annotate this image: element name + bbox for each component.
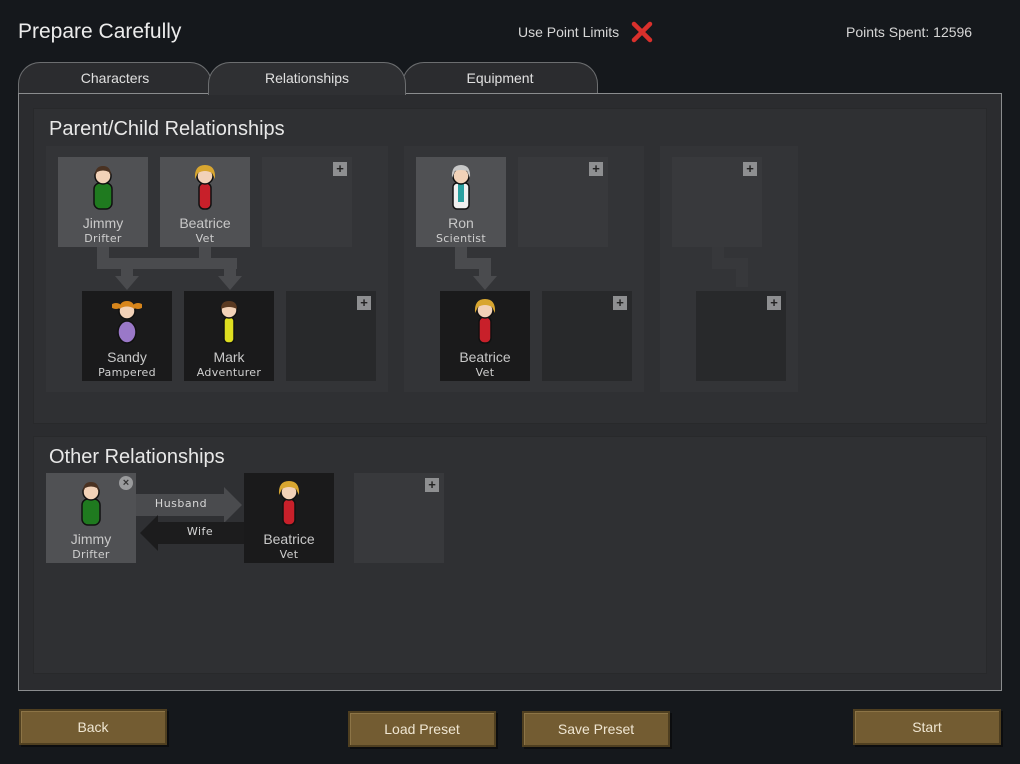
tab-characters[interactable]: Characters <box>18 62 212 94</box>
connector <box>97 258 237 269</box>
backward-relation-label: Wife <box>186 525 214 538</box>
arrow-down-icon <box>115 276 139 290</box>
arrow-down-icon <box>473 276 497 290</box>
red-x-icon <box>631 21 653 43</box>
plus-icon[interactable]: + <box>743 162 757 176</box>
plus-icon[interactable]: + <box>425 478 439 492</box>
plus-icon[interactable]: + <box>333 162 347 176</box>
parent-card-ron[interactable]: Ron Scientist <box>416 157 506 247</box>
add-parent-slot[interactable]: + <box>262 157 352 247</box>
load-preset-button[interactable]: Load Preset <box>348 711 496 747</box>
pawn-portrait-icon <box>474 299 496 344</box>
forward-relation-label: Husband <box>154 497 208 510</box>
save-preset-button[interactable]: Save Preset <box>522 711 670 747</box>
pawn-name: Sandy <box>107 349 147 365</box>
use-point-limits-toggle[interactable] <box>630 20 654 44</box>
add-parent-slot[interactable]: + <box>518 157 608 247</box>
pawn-role: Vet <box>195 232 215 245</box>
child-card-mark[interactable]: Mark Adventurer <box>184 291 274 381</box>
pawn-name: Ron <box>448 215 474 231</box>
add-parent-slot[interactable]: + <box>672 157 762 247</box>
add-child-slot[interactable]: + <box>542 291 632 381</box>
add-child-slot[interactable]: + <box>696 291 786 381</box>
pawn-name: Beatrice <box>263 531 315 547</box>
pawn-name: Beatrice <box>459 349 511 365</box>
other-relationships-section <box>33 436 987 674</box>
pawn-portrait-icon <box>112 301 142 344</box>
pawn-name: Jimmy <box>82 215 124 231</box>
pawn-portrait-icon <box>451 165 471 210</box>
add-relationship-slot[interactable]: + <box>354 473 444 563</box>
pawn-role: Vet <box>279 548 299 561</box>
remove-relationship-icon[interactable]: × <box>119 476 133 490</box>
connector <box>736 265 748 287</box>
pawn-portrait-icon <box>93 166 113 210</box>
tab-equipment[interactable]: Equipment <box>402 62 598 94</box>
other-relationships-title: Other Relationships <box>49 446 225 468</box>
pawn-portrait-icon <box>194 165 216 210</box>
pawn-role: Drifter <box>84 232 122 245</box>
parent-card-beatrice[interactable]: Beatrice Vet <box>160 157 250 247</box>
use-point-limits-label: Use Point Limits <box>518 24 620 40</box>
pawn-portrait-icon <box>278 481 300 526</box>
pawn-name: Mark <box>213 349 245 365</box>
plus-icon[interactable]: + <box>613 296 627 310</box>
relation-source-jimmy[interactable]: Jimmy Drifter × <box>46 473 136 563</box>
pawn-role: Scientist <box>436 232 486 245</box>
pawn-portrait-icon <box>220 301 238 344</box>
tab-relationships[interactable]: Relationships <box>208 62 406 95</box>
arrow-down-icon <box>218 276 242 290</box>
back-button[interactable]: Back <box>19 709 167 745</box>
pawn-name: Jimmy <box>70 531 112 547</box>
relation-target-beatrice[interactable]: Beatrice Vet <box>244 473 334 563</box>
parent-child-title: Parent/Child Relationships <box>49 118 285 140</box>
start-button[interactable]: Start <box>853 709 1001 745</box>
add-child-slot[interactable]: + <box>286 291 376 381</box>
plus-icon[interactable]: + <box>589 162 603 176</box>
child-card-sandy[interactable]: Sandy Pampered <box>82 291 172 381</box>
pawn-name: Beatrice <box>179 215 231 231</box>
child-card-beatrice[interactable]: Beatrice Vet <box>440 291 530 381</box>
pawn-role: Adventurer <box>196 366 262 379</box>
pawn-portrait-icon <box>81 482 101 526</box>
plus-icon[interactable]: + <box>357 296 371 310</box>
plus-icon[interactable]: + <box>767 296 781 310</box>
arrow-right-icon <box>224 487 242 523</box>
pawn-role: Vet <box>475 366 495 379</box>
pawn-role: Drifter <box>72 548 110 561</box>
points-spent: Points Spent: 12596 <box>846 24 973 40</box>
page-title: Prepare Carefully <box>18 20 182 43</box>
parent-card-jimmy[interactable]: Jimmy Drifter <box>58 157 148 247</box>
pawn-role: Pampered <box>98 366 156 379</box>
